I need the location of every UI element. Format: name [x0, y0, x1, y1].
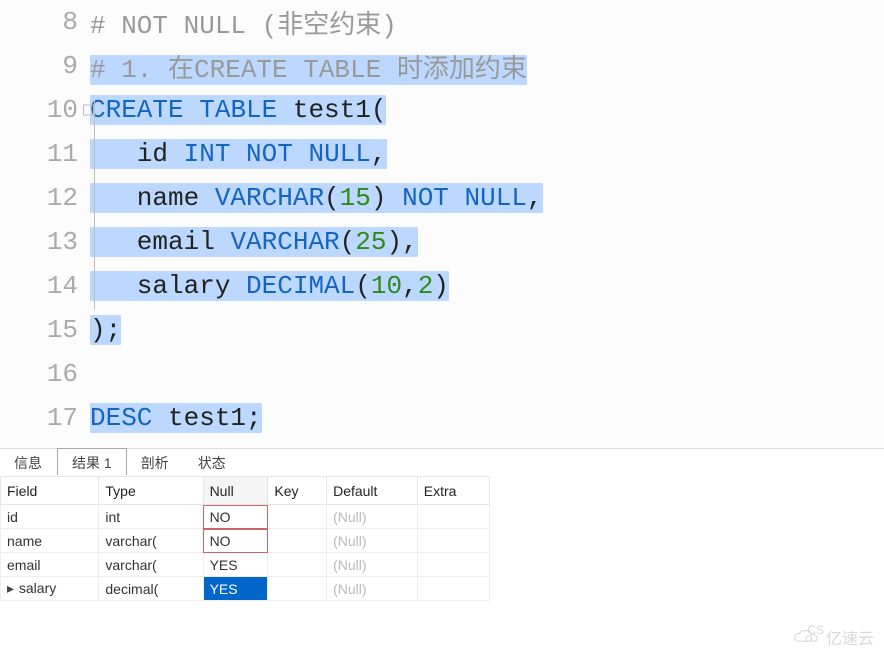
cell-key[interactable] — [268, 577, 327, 601]
table-row[interactable]: namevarchar(NO (Null) — [1, 529, 490, 553]
line-number: 17 — [0, 403, 90, 433]
code-line[interactable]: 15); — [0, 308, 884, 352]
table-row[interactable]: emailvarchar(YES (Null) — [1, 553, 490, 577]
cell-extra[interactable] — [417, 529, 489, 553]
code-content[interactable]: salary DECIMAL(10,2) — [90, 271, 884, 301]
code-line[interactable]: 13 email VARCHAR(25), — [0, 220, 884, 264]
code-content[interactable]: ); — [90, 315, 884, 345]
cell-default[interactable]: (Null) — [327, 553, 418, 577]
code-line[interactable]: 14 salary DECIMAL(10,2) — [0, 264, 884, 308]
table-row[interactable]: ▸ salarydecimal(YES (Null) — [1, 577, 490, 601]
line-number: 15 — [0, 315, 90, 345]
line-number: 8 — [0, 7, 90, 37]
code-content[interactable]: id INT NOT NULL, — [90, 139, 884, 169]
cell-key[interactable] — [268, 505, 327, 529]
cell-field[interactable]: ▸ salary — [1, 577, 99, 601]
col-field[interactable]: Field — [1, 477, 99, 505]
code-editor[interactable]: 8# NOT NULL (非空约束)9# 1. 在CREATE TABLE 时添… — [0, 0, 884, 448]
watermark: 亿速云 — [792, 625, 874, 649]
cell-null[interactable]: NO — [203, 529, 268, 553]
cell-type[interactable]: varchar( — [99, 553, 203, 577]
code-line[interactable]: 10CREATE TABLE test1( — [0, 88, 884, 132]
cell-null[interactable]: NO — [203, 505, 268, 529]
code-line[interactable]: 9# 1. 在CREATE TABLE 时添加约束 — [0, 44, 884, 88]
row-indicator-icon: ▸ — [7, 580, 15, 597]
code-line[interactable]: 16 — [0, 352, 884, 396]
code-line[interactable]: 11 id INT NOT NULL, — [0, 132, 884, 176]
cell-field[interactable]: name — [1, 529, 99, 553]
code-line[interactable]: 12 name VARCHAR(15) NOT NULL, — [0, 176, 884, 220]
cell-default[interactable]: (Null) — [327, 505, 418, 529]
col-extra[interactable]: Extra — [417, 477, 489, 505]
cell-default[interactable]: (Null) — [327, 529, 418, 553]
cell-field[interactable]: id — [1, 505, 99, 529]
line-number: 11 — [0, 139, 90, 169]
fold-guide — [94, 100, 95, 310]
line-number: 14 — [0, 271, 90, 301]
cs-watermark: CS — [807, 623, 824, 637]
line-number: 10 — [0, 95, 90, 125]
col-default[interactable]: Default — [327, 477, 418, 505]
cell-type[interactable]: int — [99, 505, 203, 529]
tab-0[interactable]: 信息 — [0, 449, 57, 476]
col-null[interactable]: Null — [203, 477, 268, 505]
result-tabs: 信息结果 1剖析状态 — [0, 448, 884, 476]
cell-extra[interactable] — [417, 553, 489, 577]
cell-default[interactable]: (Null) — [327, 577, 418, 601]
cell-key[interactable] — [268, 529, 327, 553]
code-content[interactable]: # NOT NULL (非空约束) — [90, 4, 884, 41]
cell-field[interactable]: email — [1, 553, 99, 577]
cell-type[interactable]: decimal( — [99, 577, 203, 601]
code-line[interactable]: 8# NOT NULL (非空约束) — [0, 0, 884, 44]
col-key[interactable]: Key — [268, 477, 327, 505]
line-number: 9 — [0, 51, 90, 81]
code-content[interactable]: name VARCHAR(15) NOT NULL, — [90, 183, 884, 213]
code-content[interactable]: CREATE TABLE test1( — [90, 95, 884, 125]
tab-3[interactable]: 状态 — [184, 449, 241, 476]
cell-null[interactable]: YES — [203, 553, 268, 577]
code-content[interactable]: DESC test1; — [90, 403, 884, 433]
cell-null[interactable]: YES — [203, 577, 268, 601]
line-number: 16 — [0, 359, 90, 389]
tab-1[interactable]: 结果 1 — [57, 448, 127, 475]
table-row[interactable]: idintNO (Null) — [1, 505, 490, 529]
code-content[interactable]: email VARCHAR(25), — [90, 227, 884, 257]
cell-extra[interactable] — [417, 505, 489, 529]
results-panel: FieldTypeNullKeyDefaultExtra idintNO (Nul… — [0, 476, 884, 601]
tab-2[interactable]: 剖析 — [127, 449, 184, 476]
desc-table[interactable]: FieldTypeNullKeyDefaultExtra idintNO (Nul… — [0, 476, 490, 601]
line-number: 12 — [0, 183, 90, 213]
cell-key[interactable] — [268, 553, 327, 577]
cell-extra[interactable] — [417, 577, 489, 601]
line-number: 13 — [0, 227, 90, 257]
cell-type[interactable]: varchar( — [99, 529, 203, 553]
code-content[interactable]: # 1. 在CREATE TABLE 时添加约束 — [90, 48, 884, 85]
code-line[interactable]: 17DESC test1; — [0, 396, 884, 440]
col-type[interactable]: Type — [99, 477, 203, 505]
